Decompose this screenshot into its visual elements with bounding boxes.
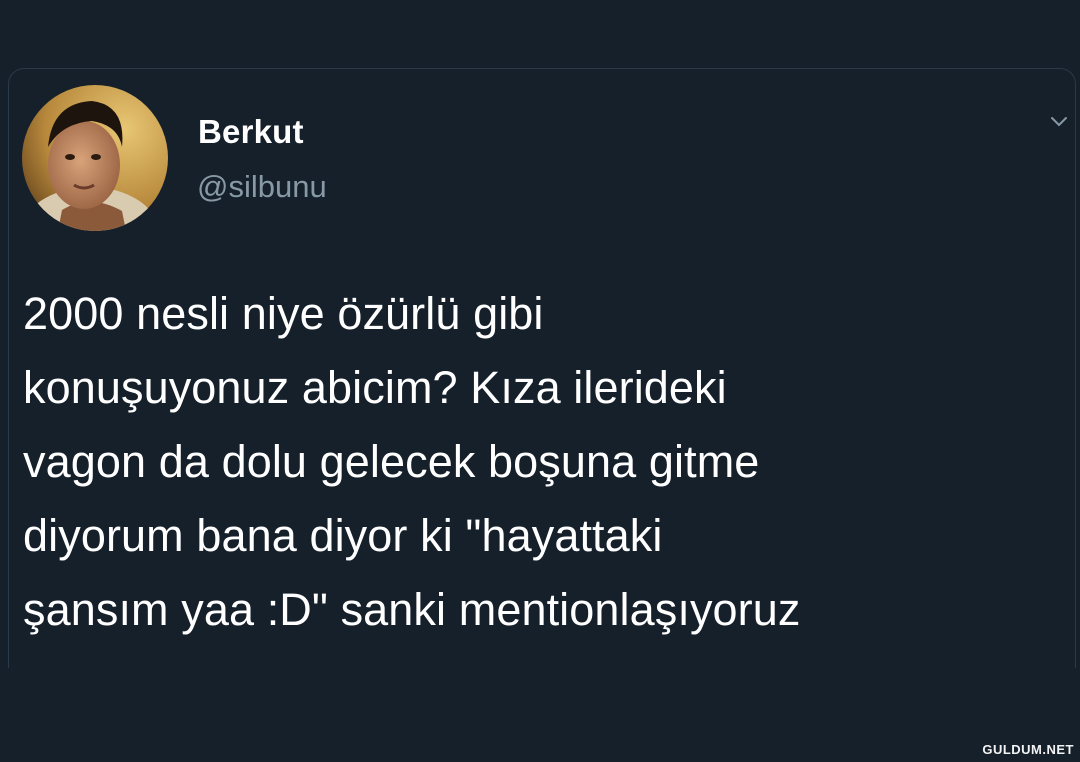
user-handle[interactable]: @silbunu	[197, 169, 327, 205]
avatar[interactable]	[22, 85, 168, 231]
watermark: GULDUM.NET	[982, 742, 1074, 757]
chevron-down-icon[interactable]	[1049, 115, 1069, 129]
tweet-text: 2000 nesli niye özürlü gibi konuşuyonuz …	[23, 288, 801, 635]
page: Berkut @silbunu 2000 nesli niye özürlü g…	[0, 0, 1080, 762]
display-name[interactable]: Berkut	[198, 113, 304, 151]
tweet-card: Berkut @silbunu 2000 nesli niye özürlü g…	[8, 68, 1076, 668]
